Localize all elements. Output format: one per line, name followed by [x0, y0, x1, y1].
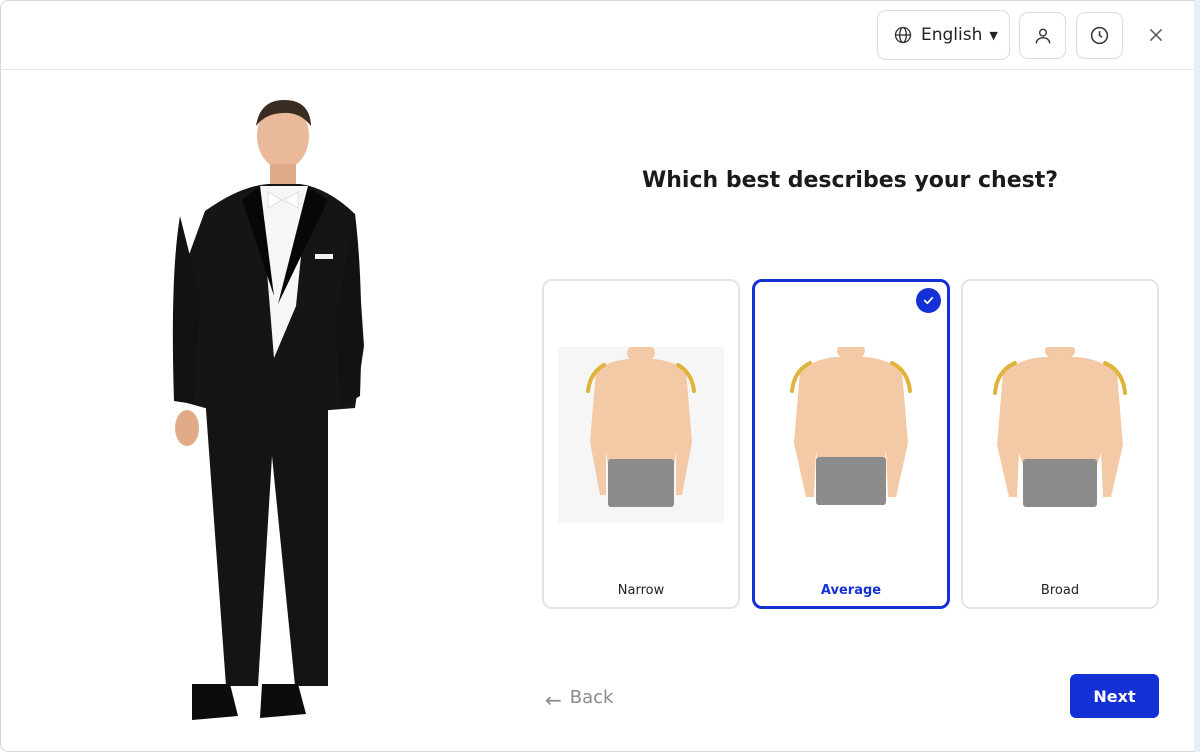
option-card-narrow[interactable]: Narrow: [542, 279, 740, 609]
language-selector[interactable]: English ▼: [877, 10, 1010, 60]
history-button[interactable]: [1076, 12, 1123, 59]
arrow-left-icon: ←: [545, 688, 562, 712]
globe-icon: [894, 26, 912, 44]
narrow-chest-illustration: [558, 347, 724, 523]
profile-button[interactable]: [1019, 12, 1066, 59]
next-button[interactable]: Next: [1070, 674, 1159, 718]
clock-icon: [1090, 26, 1109, 45]
language-label: English: [921, 25, 983, 45]
window-edge-strip: [1194, 0, 1200, 752]
option-card-average[interactable]: Average: [752, 279, 950, 609]
close-button[interactable]: [1142, 21, 1170, 49]
back-button[interactable]: ← Back: [545, 682, 614, 713]
top-bar: English ▼: [0, 0, 1194, 70]
option-label-broad: Broad: [1040, 583, 1080, 598]
user-icon: [1035, 28, 1050, 44]
broad-chest-illustration: [993, 347, 1127, 507]
option-label-narrow: Narrow: [617, 583, 665, 598]
checkmark-icon: [916, 288, 941, 313]
back-label: Back: [569, 686, 614, 708]
model-photo: [150, 96, 505, 728]
caret-down-icon: ▼: [989, 28, 998, 42]
option-card-broad[interactable]: Broad: [961, 279, 1159, 609]
average-chest-illustration: [790, 347, 912, 505]
close-icon: [1150, 29, 1162, 41]
question-heading: Which best describes your chest?: [641, 168, 1058, 193]
option-label-average: Average: [820, 583, 882, 598]
